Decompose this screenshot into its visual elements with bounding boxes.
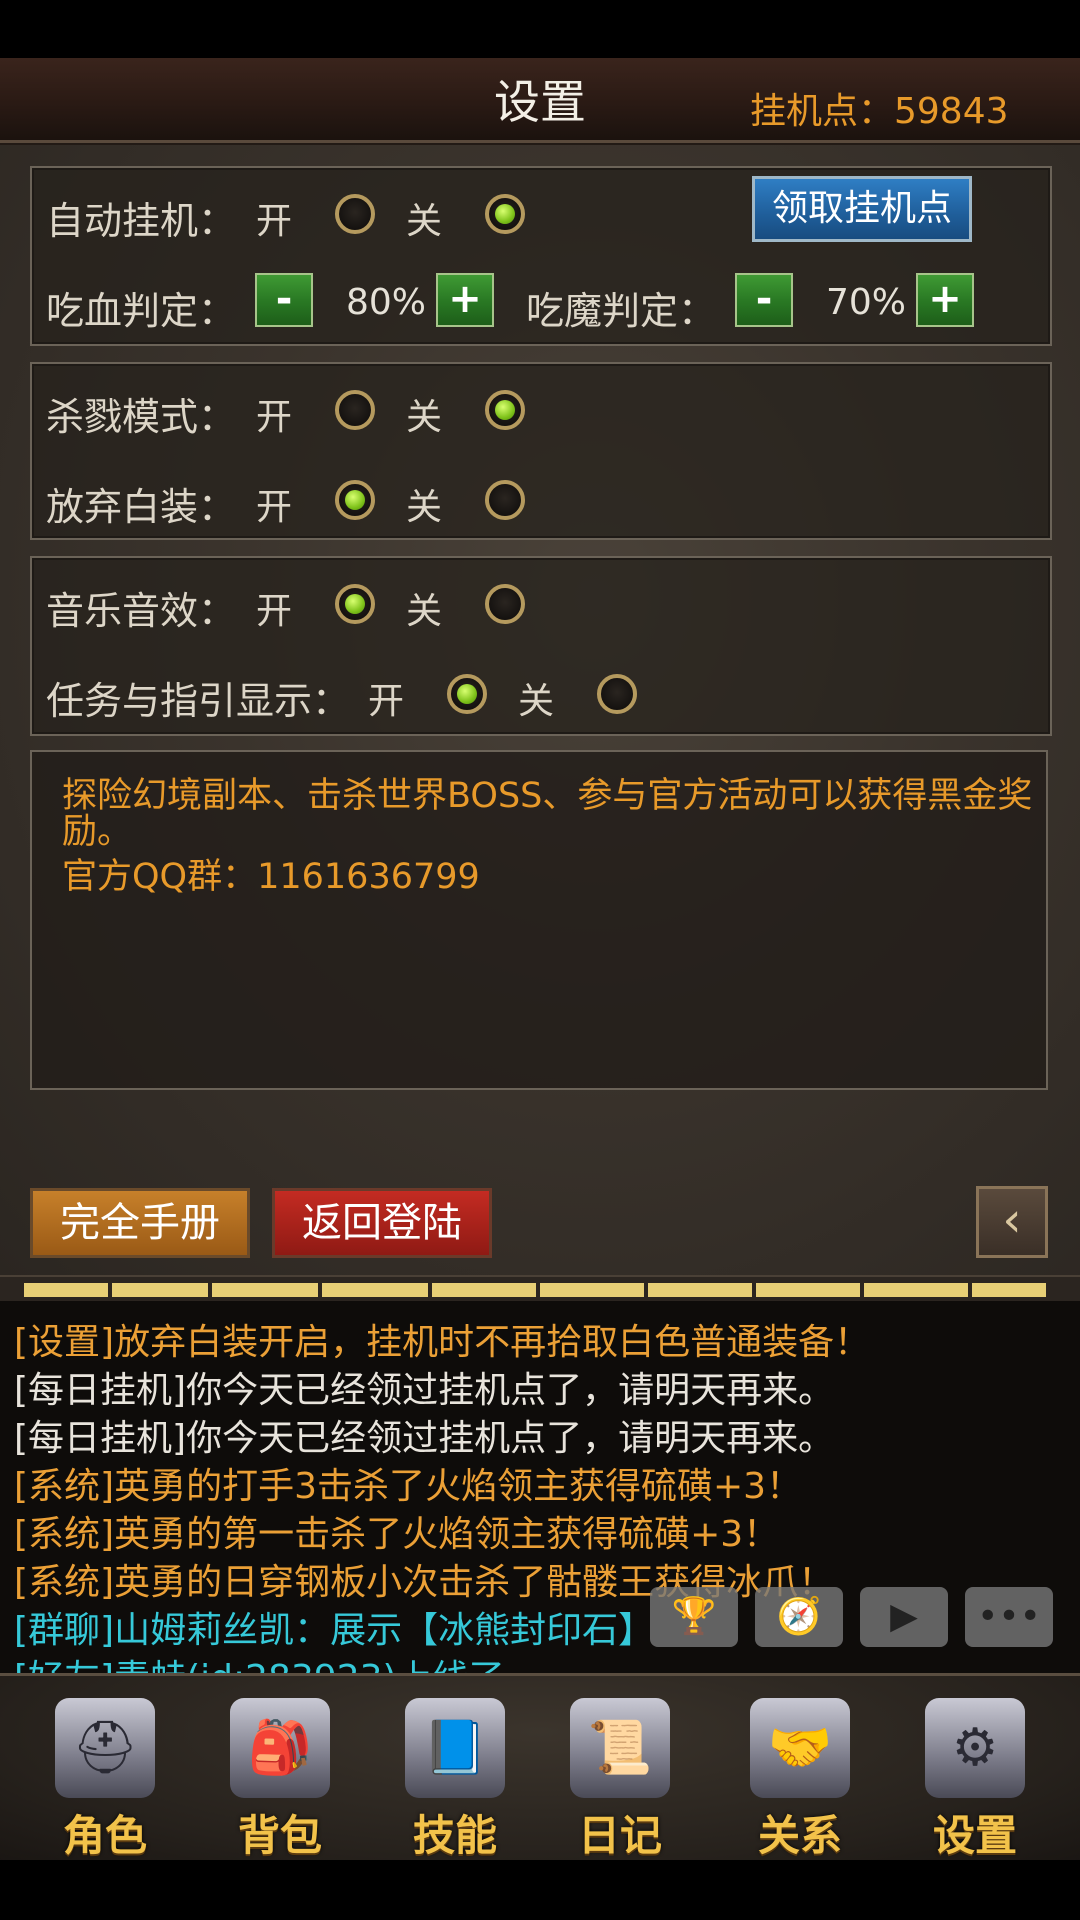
chat-tab[interactable] <box>112 1283 208 1297</box>
music-label: 音乐音效： <box>46 589 237 633</box>
music-off-label: 关 <box>406 591 443 632</box>
chat-tab[interactable] <box>24 1283 108 1297</box>
chat-bubble-icon[interactable]: ••• <box>965 1587 1053 1647</box>
bottom-nav: ⛑ 角色 🎒 背包 📘 技能 📜 日记 🤝 关系 ⚙ 设置 <box>0 1673 1080 1863</box>
kill-mode-off-label: 关 <box>406 397 443 438</box>
chat-message: [设置]放弃白装开启，挂机时不再拾取白色普通装备！ <box>14 1322 871 1363</box>
quest-guide-label: 任务与指引显示： <box>46 679 351 723</box>
mp-decrease-button[interactable]: - <box>735 273 793 327</box>
trophy-icon[interactable]: 🏆 <box>650 1587 738 1647</box>
back-arrow-icon[interactable]: ‹ <box>976 1186 1048 1258</box>
play-icon[interactable]: ▶ <box>860 1587 948 1647</box>
kill-mode-label: 杀戮模式： <box>46 395 237 439</box>
chat-tab[interactable] <box>540 1283 644 1297</box>
backpack-icon: 🎒 <box>230 1698 330 1798</box>
gear-icon: ⚙ <box>925 1698 1025 1798</box>
nav-label: 背包 <box>237 1811 322 1860</box>
nav-label: 日记 <box>577 1811 662 1860</box>
music-on-label: 开 <box>256 591 293 632</box>
chat-tab[interactable] <box>864 1283 968 1297</box>
chat-message: [系统]英勇的第一击杀了火焰领主获得硫磺+3！ <box>14 1514 780 1555</box>
auto-hook-on-label: 开 <box>256 201 293 242</box>
chat-tab[interactable] <box>322 1283 428 1297</box>
compass-icon[interactable]: 🧭 <box>755 1587 843 1647</box>
nav-item-character[interactable]: ⛑ 角色 <box>25 1676 185 1863</box>
discard-white-off-radio[interactable] <box>485 480 525 520</box>
claim-hook-points-button[interactable]: 领取挂机点 <box>752 176 972 242</box>
header-bar: 设置 挂机点：59843 <box>0 58 1080 143</box>
chat-message: [每日挂机]你今天已经领过挂机点了，请明天再来。 <box>14 1418 835 1459</box>
chat-tab[interactable] <box>212 1283 318 1297</box>
chat-tab[interactable] <box>972 1283 1046 1297</box>
hp-judge-label: 吃血判定： <box>46 289 237 333</box>
nav-item-relations[interactable]: 🤝 关系 <box>720 1676 880 1863</box>
nav-label: 关系 <box>757 1811 842 1860</box>
music-off-radio[interactable] <box>485 584 525 624</box>
nav-label: 角色 <box>62 1811 147 1860</box>
quest-guide-off-radio[interactable] <box>597 674 637 714</box>
auto-hook-off-label: 关 <box>406 201 443 242</box>
system-bar <box>0 1860 1080 1920</box>
discard-white-on-radio[interactable] <box>335 480 375 520</box>
auto-hook-off-radio[interactable] <box>485 194 525 234</box>
chat-message: [系统]英勇的打手3击杀了火焰领主获得硫磺+3！ <box>14 1466 803 1507</box>
scroll-icon: 📜 <box>570 1698 670 1798</box>
hp-judge-value: 80% <box>346 282 427 323</box>
chat-tab[interactable] <box>648 1283 752 1297</box>
mp-judge-value: 70% <box>826 282 907 323</box>
discard-white-off-label: 关 <box>406 487 443 528</box>
discard-white-on-label: 开 <box>256 487 293 528</box>
chat-tab[interactable] <box>432 1283 536 1297</box>
quest-guide-off-label: 关 <box>518 681 555 722</box>
official-qq-group: 官方QQ群：1161636799 <box>62 857 480 897</box>
spellbook-icon: 📘 <box>405 1698 505 1798</box>
handshake-icon: 🤝 <box>750 1698 850 1798</box>
game-settings-screen: { "header": { "title": "设置", "hook_point… <box>0 0 1080 1920</box>
auto-hook-on-radio[interactable] <box>335 194 375 234</box>
music-on-radio[interactable] <box>335 584 375 624</box>
quest-guide-on-radio[interactable] <box>447 674 487 714</box>
chat-message: [好友]青蛙(id:283923)上线了 <box>14 1649 505 1673</box>
mp-judge-label: 吃魔判定： <box>526 289 717 333</box>
chat-tab[interactable] <box>756 1283 860 1297</box>
kill-mode-off-radio[interactable] <box>485 390 525 430</box>
kill-mode-on-radio[interactable] <box>335 390 375 430</box>
kill-mode-on-label: 开 <box>256 397 293 438</box>
nav-label: 技能 <box>412 1811 497 1860</box>
nav-item-diary[interactable]: 📜 日记 <box>540 1676 700 1863</box>
helmet-icon: ⛑ <box>55 1698 155 1798</box>
chat-message: [每日挂机]你今天已经领过挂机点了，请明天再来。 <box>14 1370 835 1411</box>
chat-log[interactable]: [设置]放弃白装开启，挂机时不再拾取白色普通装备！ [每日挂机]你今天已经领过挂… <box>0 1301 1080 1673</box>
nav-item-skills[interactable]: 📘 技能 <box>375 1676 535 1863</box>
info-panel: 探险幻境副本、击杀世界BOSS、参与官方活动可以获得黑金奖励。 官方QQ群：11… <box>30 750 1048 1090</box>
hp-decrease-button[interactable]: - <box>255 273 313 327</box>
nav-item-bag[interactable]: 🎒 背包 <box>200 1676 360 1863</box>
auto-hook-label: 自动挂机： <box>46 199 237 243</box>
hp-increase-button[interactable]: + <box>436 273 494 327</box>
hook-points-readout: 挂机点：59843 <box>750 91 1009 132</box>
discard-white-label: 放弃白装： <box>46 485 237 529</box>
nav-item-settings[interactable]: ⚙ 设置 <box>895 1676 1055 1863</box>
chat-message: [群聊]山姆莉丝凯：展示【冰熊封印石】 <box>14 1610 655 1651</box>
mp-increase-button[interactable]: + <box>916 273 974 327</box>
relogin-button[interactable]: 返回登陆 <box>272 1188 492 1258</box>
nav-label: 设置 <box>932 1811 1017 1860</box>
info-text: 探险幻境副本、击杀世界BOSS、参与官方活动可以获得黑金奖励。 <box>62 776 1033 852</box>
quest-guide-on-label: 开 <box>368 681 405 722</box>
chat-tab-bar <box>0 1275 1080 1303</box>
manual-button[interactable]: 完全手册 <box>30 1188 250 1258</box>
